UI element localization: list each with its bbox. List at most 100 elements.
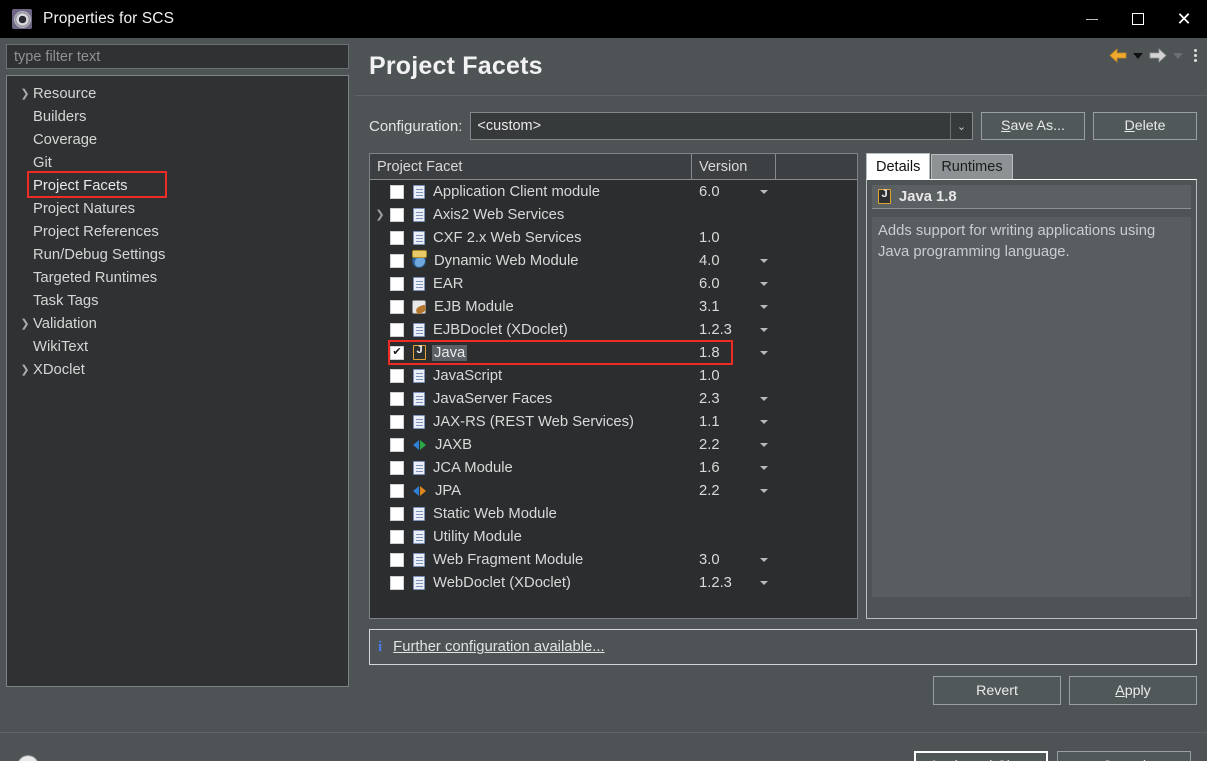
revert-button[interactable]: Revert — [933, 676, 1061, 705]
table-row[interactable]: ❯EJB Module3.1 — [370, 295, 857, 318]
chevron-right-icon[interactable]: ❯ — [17, 87, 33, 100]
facet-checkbox[interactable] — [390, 506, 404, 521]
version-chevron-down-icon[interactable] — [760, 442, 768, 447]
sidebar-item-builders[interactable]: ❯Builders — [7, 105, 348, 128]
facet-version[interactable]: 2.3 — [699, 391, 720, 407]
tab-runtimes[interactable]: Runtimes — [931, 154, 1013, 179]
table-body[interactable]: ❯ Application Client module 6.0 ❯ Axis2 Web … — [370, 180, 857, 618]
facet-checkbox[interactable] — [390, 322, 404, 337]
chevron-right-icon[interactable]: ❯ — [372, 208, 388, 221]
configuration-select[interactable]: <custom> ⌄ — [470, 112, 973, 140]
table-row[interactable]: ❯✔Java1.8 — [370, 340, 857, 365]
facets-table[interactable]: Project Facet Version ❯ Application Clien… — [369, 153, 858, 619]
version-chevron-down-icon[interactable] — [760, 258, 768, 263]
facet-checkbox[interactable] — [390, 276, 404, 291]
table-row[interactable]: ❯Web Fragment Module3.0 — [370, 548, 857, 571]
facet-checkbox[interactable] — [390, 299, 404, 314]
facet-version[interactable]: 6.0 — [699, 276, 720, 292]
facet-checkbox[interactable]: ✔ — [390, 345, 404, 360]
table-row[interactable]: ❯JAX-RS (REST Web Services)1.1 — [370, 410, 857, 433]
table-row[interactable]: ❯JavaScript1.0 — [370, 364, 857, 387]
table-row[interactable]: ❯ Axis2 Web Services — [370, 203, 857, 226]
column-header-project-facet[interactable]: Project Facet — [370, 154, 692, 179]
table-row[interactable]: ❯CXF 2.x Web Services1.0 — [370, 226, 857, 249]
facet-checkbox[interactable] — [390, 391, 404, 406]
column-header-version[interactable]: Version — [692, 154, 776, 179]
back-history-chevron-down-icon[interactable] — [1133, 52, 1143, 59]
facet-version[interactable]: 1.1 — [699, 414, 720, 430]
search-input[interactable] — [6, 44, 349, 69]
sidebar-item-project-facets[interactable]: ❯Project Facets — [7, 171, 348, 198]
facet-version[interactable]: 2.2 — [699, 437, 720, 453]
arrow-right-icon[interactable] — [1149, 48, 1167, 63]
version-chevron-down-icon[interactable] — [760, 465, 768, 470]
close-button[interactable]: ✕ — [1161, 0, 1207, 38]
version-chevron-down-icon[interactable] — [760, 396, 768, 401]
table-row[interactable]: ❯JCA Module1.6 — [370, 456, 857, 479]
table-row[interactable]: ❯Static Web Module — [370, 502, 857, 525]
sidebar-item-git[interactable]: ❯Git — [7, 151, 348, 174]
facet-checkbox[interactable] — [390, 184, 404, 199]
version-chevron-down-icon[interactable] — [760, 580, 768, 585]
maximize-button[interactable] — [1115, 0, 1161, 38]
arrow-left-icon[interactable] — [1109, 48, 1127, 63]
facet-checkbox[interactable] — [390, 368, 404, 383]
sidebar-item-run-debug-settings[interactable]: ❯Run/Debug Settings — [7, 243, 348, 266]
version-chevron-down-icon[interactable] — [760, 488, 768, 493]
column-header-extra[interactable] — [776, 154, 857, 179]
apply-button[interactable]: Apply — [1069, 676, 1197, 705]
chevron-down-icon[interactable]: ⌄ — [950, 113, 972, 139]
facet-version[interactable]: 1.6 — [699, 460, 720, 476]
facet-version[interactable]: 1.0 — [699, 368, 720, 384]
facet-checkbox[interactable] — [390, 483, 404, 498]
facet-version[interactable]: 3.0 — [699, 552, 720, 568]
facet-version[interactable]: 6.0 — [699, 184, 720, 200]
table-row[interactable]: ❯WebDoclet (XDoclet)1.2.3 — [370, 571, 857, 594]
table-row[interactable]: ❯JAXB2.2 — [370, 433, 857, 456]
sidebar-item-project-natures[interactable]: ❯Project Natures — [7, 197, 348, 220]
facet-checkbox[interactable] — [390, 414, 404, 429]
facet-version[interactable]: 2.2 — [699, 483, 720, 499]
facet-version[interactable]: 1.2.3 — [699, 322, 732, 338]
apply-and-close-button[interactable]: Apply and Close — [914, 751, 1048, 761]
table-row[interactable]: ❯Dynamic Web Module4.0 — [370, 249, 857, 272]
facet-checkbox[interactable] — [390, 230, 404, 245]
help-icon[interactable]: ? — [18, 756, 38, 761]
table-row[interactable]: ❯Application Client module6.0 — [370, 180, 857, 203]
sidebar-item-project-references[interactable]: ❯Project References — [7, 220, 348, 243]
sidebar-item-targeted-runtimes[interactable]: ❯Targeted Runtimes — [7, 266, 348, 289]
tab-details[interactable]: Details — [866, 153, 931, 179]
facet-checkbox[interactable] — [390, 575, 404, 590]
save-as-button[interactable]: Save As... — [981, 112, 1085, 140]
facet-version[interactable]: 1.0 — [699, 230, 720, 246]
facet-checkbox[interactable] — [390, 437, 404, 452]
version-chevron-down-icon[interactable] — [760, 557, 768, 562]
facet-version[interactable]: 3.1 — [699, 299, 720, 315]
sidebar-item-xdoclet[interactable]: ❯ XDoclet — [7, 358, 348, 381]
kebab-menu-icon[interactable] — [1194, 49, 1197, 62]
version-chevron-down-icon[interactable] — [760, 350, 768, 355]
version-chevron-down-icon[interactable] — [760, 327, 768, 332]
table-row[interactable]: ❯JavaServer Faces2.3 — [370, 387, 857, 410]
version-chevron-down-icon[interactable] — [760, 189, 768, 194]
cancel-button[interactable]: Cancel — [1057, 751, 1191, 761]
chevron-right-icon[interactable]: ❯ — [17, 317, 33, 330]
version-chevron-down-icon[interactable] — [760, 281, 768, 286]
table-row[interactable]: ❯Utility Module — [370, 525, 857, 548]
further-configuration-link[interactable]: Further configuration available... — [393, 639, 604, 655]
table-row[interactable]: ❯EAR6.0 — [370, 272, 857, 295]
sidebar-item-validation[interactable]: ❯ Validation — [7, 312, 348, 335]
facet-version[interactable]: 1.8 — [699, 345, 720, 361]
version-chevron-down-icon[interactable] — [760, 419, 768, 424]
facet-checkbox[interactable] — [390, 529, 404, 544]
sidebar-item-wikitext[interactable]: ❯WikiText — [7, 335, 348, 358]
facet-checkbox[interactable] — [390, 552, 404, 567]
table-row[interactable]: ❯EJBDoclet (XDoclet)1.2.3 — [370, 318, 857, 341]
facet-version[interactable]: 1.2.3 — [699, 575, 732, 591]
facet-checkbox[interactable] — [390, 253, 404, 268]
sidebar-item-task-tags[interactable]: ❯Task Tags — [7, 289, 348, 312]
delete-button[interactable]: Delete — [1093, 112, 1197, 140]
sidebar-tree[interactable]: ❯Resource❯Builders❯Coverage❯Git❯Project … — [6, 75, 349, 687]
chevron-right-icon[interactable]: ❯ — [17, 363, 33, 376]
facet-checkbox[interactable] — [390, 207, 404, 222]
